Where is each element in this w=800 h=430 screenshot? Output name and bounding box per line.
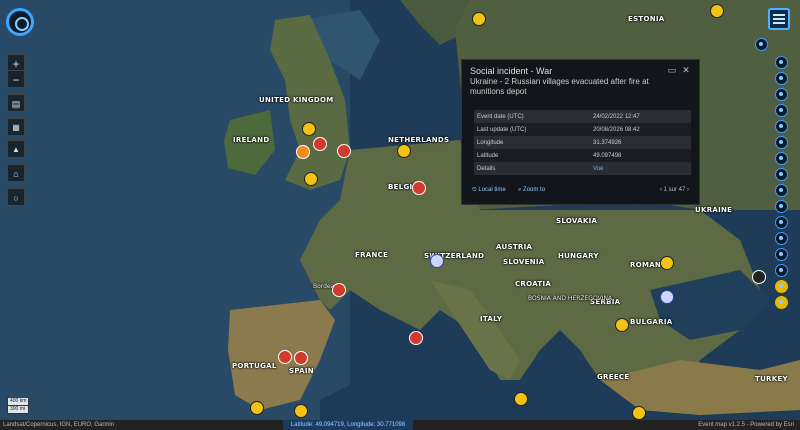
zoom-to-label: Zoom to xyxy=(523,187,546,193)
label-estonia: ESTONIA xyxy=(628,15,665,23)
incident-marker[interactable] xyxy=(304,172,318,186)
category-icon[interactable] xyxy=(775,264,788,277)
popup-headline: Ukraine - 2 Russian villages evacuated a… xyxy=(470,77,649,96)
incident-marker[interactable] xyxy=(313,137,327,151)
row-key: Last update (UTC) xyxy=(474,123,590,136)
status-bar: Landsat/Copernicus, IGN, EURO, Garmin La… xyxy=(0,420,800,430)
incident-marker[interactable] xyxy=(296,145,310,159)
label-spain: SPAIN xyxy=(289,367,314,375)
scale-km: 400 km xyxy=(7,398,30,406)
category-icon[interactable] xyxy=(775,56,788,69)
label-slovenia: SLOVENIA xyxy=(503,258,545,266)
category-icon[interactable] xyxy=(775,152,788,165)
category-icon[interactable] xyxy=(775,120,788,133)
incident-marker[interactable] xyxy=(337,144,351,158)
details-link[interactable]: Vue xyxy=(593,166,603,172)
row-value: 31.374926 xyxy=(590,136,691,149)
close-icon[interactable]: ✕ xyxy=(681,65,691,75)
label-greece: GREECE xyxy=(597,373,630,381)
category-icon[interactable] xyxy=(775,216,788,229)
warning-icon[interactable] xyxy=(775,280,788,293)
incident-marker[interactable] xyxy=(278,350,292,364)
row-key: Longitude xyxy=(474,136,590,149)
document-icon[interactable]: ▤ xyxy=(7,94,25,112)
label-ireland: IRELAND xyxy=(233,136,270,144)
label-croatia: CROATIA xyxy=(515,280,552,288)
table-row: Event date (UTC) 24/02/2022 12:47 xyxy=(474,110,691,123)
table-row: Details Vue xyxy=(474,162,691,175)
category-icon[interactable] xyxy=(775,184,788,197)
label-slovakia: SLOVAKIA xyxy=(556,217,598,225)
incident-marker[interactable] xyxy=(294,404,308,418)
scale-bar: 400 km 300 mi xyxy=(7,398,30,414)
warning-icon[interactable] xyxy=(775,296,788,309)
label-france: FRANCE xyxy=(355,251,389,259)
compass-icon[interactable]: ▲ xyxy=(7,140,25,158)
local-time-label: Local time xyxy=(478,187,506,193)
incident-marker[interactable] xyxy=(430,254,444,268)
incident-marker[interactable] xyxy=(397,144,411,158)
label-ukraine: UKRAINE xyxy=(695,206,733,214)
incident-marker[interactable] xyxy=(752,270,766,284)
label-italy: ITALY xyxy=(480,315,503,323)
category-icon[interactable] xyxy=(775,200,788,213)
scale-mi: 300 mi xyxy=(7,406,30,414)
home-icon[interactable]: ⌂ xyxy=(7,164,25,182)
app-logo xyxy=(6,8,34,36)
label-bosnia: BOSNIA AND HERZEGOVINA xyxy=(528,295,613,302)
incident-marker[interactable] xyxy=(302,122,316,136)
row-value: 20/08/2026 08:42 xyxy=(590,123,691,136)
label-bulgaria: BULGARIA xyxy=(630,318,673,326)
layers-icon[interactable]: ▦ xyxy=(7,118,25,136)
label-uk: UNITED KINGDOM xyxy=(259,96,334,104)
incident-marker[interactable] xyxy=(294,351,308,365)
row-key: Event date (UTC) xyxy=(474,110,590,123)
table-row: Latitude 49.097498 xyxy=(474,149,691,162)
table-row: Last update (UTC) 20/08/2026 08:42 xyxy=(474,123,691,136)
incident-marker[interactable] xyxy=(710,4,724,18)
label-netherlands: NETHERLANDS xyxy=(388,136,450,144)
category-icon[interactable] xyxy=(775,248,788,261)
row-key: Details xyxy=(474,162,590,175)
label-turkey: TURKEY xyxy=(755,375,788,383)
category-icon[interactable] xyxy=(775,136,788,149)
incident-marker[interactable] xyxy=(615,318,629,332)
menu-button[interactable] xyxy=(768,8,790,30)
incident-marker[interactable] xyxy=(632,406,646,420)
category-icon[interactable] xyxy=(775,232,788,245)
locate-icon[interactable]: ○ xyxy=(7,188,25,206)
local-time-button[interactable]: ⏲ Local time xyxy=(472,187,506,194)
version-label: Event map v1.2.5 - Powered by Esri xyxy=(698,422,794,428)
popup-attribute-table: Event date (UTC) 24/02/2022 12:47 Last up… xyxy=(474,110,691,175)
category-icon[interactable] xyxy=(775,72,788,85)
pager-label: 1 sur 47 xyxy=(663,187,686,193)
incident-marker[interactable] xyxy=(332,283,346,297)
row-key: Latitude xyxy=(474,149,590,162)
table-row: Longitude 31.374926 xyxy=(474,136,691,149)
map-attribution: Landsat/Copernicus, IGN, EURO, Garmin xyxy=(3,422,115,428)
incident-popup: Social incident - War Ukraine - 2 Russia… xyxy=(461,59,700,205)
row-value: 49.097498 xyxy=(590,149,691,162)
incident-marker[interactable] xyxy=(660,256,674,270)
incident-marker[interactable] xyxy=(250,401,264,415)
category-icon[interactable] xyxy=(775,104,788,117)
incident-marker[interactable] xyxy=(412,181,426,195)
row-value: 24/02/2022 12:47 xyxy=(590,110,691,123)
zoom-to-button[interactable]: ⌕ Zoom to xyxy=(518,187,545,194)
category-icon[interactable] xyxy=(775,168,788,181)
zoom-out-button[interactable]: − xyxy=(7,70,25,88)
incident-marker[interactable] xyxy=(660,290,674,304)
label-austria: AUSTRIA xyxy=(496,243,533,251)
popup-category: Social incident - War xyxy=(470,66,553,76)
incident-marker[interactable] xyxy=(514,392,528,406)
dock-icon[interactable]: ▭ xyxy=(667,65,677,75)
label-hungary: HUNGARY xyxy=(558,252,599,260)
incident-marker[interactable] xyxy=(409,331,423,345)
label-portugal: PORTUGAL xyxy=(232,362,277,370)
coordinate-readout: Latitude: 49.094719, Longitude: 30.77109… xyxy=(283,420,413,430)
bird-icon[interactable] xyxy=(755,38,768,51)
category-icon[interactable] xyxy=(775,88,788,101)
popup-pager[interactable]: ‹ 1 sur 47 › xyxy=(660,187,689,193)
incident-marker[interactable] xyxy=(472,12,486,26)
